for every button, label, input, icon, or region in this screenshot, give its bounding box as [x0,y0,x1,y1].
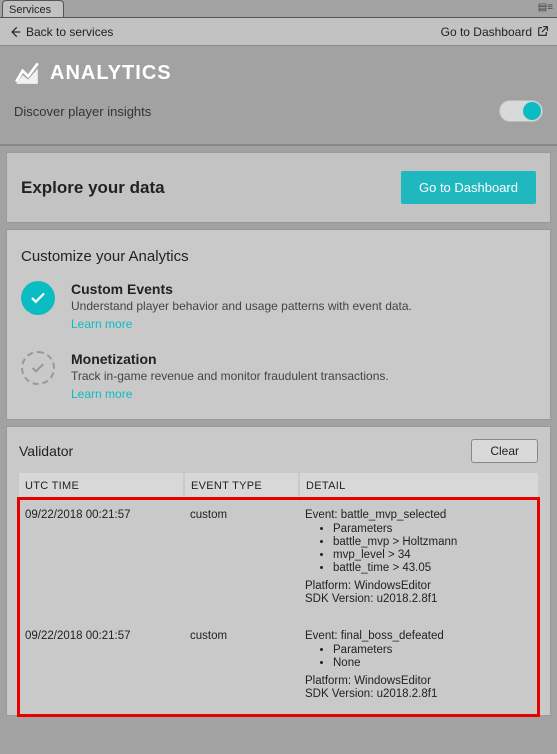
back-label: Back to services [26,25,113,39]
dashboard-link-label: Go to Dashboard [441,25,532,39]
sdk-line: SDK Version: u2018.2.8f1 [305,688,532,700]
window-tabbar: Services ▤≡ [0,0,557,18]
learn-more-link[interactable]: Learn more [71,317,132,331]
feature-enabled-badge [21,281,55,315]
platform-line: Platform: WindowsEditor [305,580,532,592]
param-list: ParametersNone [333,644,532,669]
learn-more-link[interactable]: Learn more [71,387,132,401]
feature-desc: Understand player behavior and usage pat… [71,299,536,313]
validator-table: UTC TIME EVENT TYPE DETAIL 09/22/2018 00… [19,473,538,715]
go-to-dashboard-button[interactable]: Go to Dashboard [401,171,536,204]
feature-name: Monetization [71,351,536,367]
platform-line: Platform: WindowsEditor [305,675,532,687]
list-item: None [333,657,532,669]
back-to-services-link[interactable]: Back to services [8,25,113,39]
page-title: ANALYTICS [50,62,172,85]
analytics-header: ANALYTICS Discover player insights [0,46,557,146]
validator-section: Validator Clear UTC TIME EVENT TYPE DETA… [6,426,551,716]
tab-services[interactable]: Services [2,0,64,17]
dock-menu-icon[interactable]: ▤≡ [538,2,553,13]
back-arrow-icon [8,25,22,39]
list-item: Parameters [333,644,532,656]
validator-title: Validator [19,443,73,459]
cell-time: 09/22/2018 00:21:57 [19,620,184,715]
check-icon [29,289,47,307]
toggle-knob [523,102,541,120]
table-row: 09/22/2018 00:21:57custom Event: battle_m… [19,499,538,620]
external-link-icon [536,25,549,38]
cell-type: custom [184,620,299,715]
feature-monetization: Monetization Track in-game revenue and m… [21,351,536,401]
table-row: 09/22/2018 00:21:57customEvent: final_bo… [19,620,538,715]
cell-type: custom [184,499,299,620]
go-to-dashboard-link[interactable]: Go to Dashboard [441,25,549,39]
col-header-time: UTC TIME [19,473,184,499]
page-subtitle: Discover player insights [14,104,151,119]
list-item: battle_mvp > Holtzmann [333,536,532,548]
validator-body: 09/22/2018 00:21:57custom Event: battle_m… [19,499,538,715]
customize-section: Customize your Analytics Custom Events U… [6,229,551,420]
cell-detail: Event: final_boss_defeated ParametersNone… [299,620,538,715]
feature-desc: Track in-game revenue and monitor fraudu… [71,369,536,383]
col-header-detail: DETAIL [299,473,538,499]
feature-custom-events: Custom Events Understand player behavior… [21,281,536,331]
cell-time: 09/22/2018 00:21:57 [19,499,184,620]
clear-button[interactable]: Clear [471,439,538,463]
breadcrumb: Back to services Go to Dashboard [0,18,557,46]
sdk-line: SDK Version: u2018.2.8f1 [305,593,532,605]
feature-name: Custom Events [71,281,536,297]
cell-detail: Event: battle_mvp_selectedParametersbatt… [299,499,538,620]
list-item: battle_time > 43.05 [333,562,532,574]
list-item: mvp_level > 34 [333,549,532,561]
list-item: Parameters [333,523,532,535]
tab-label: Services [9,4,51,16]
check-icon [30,360,46,376]
param-list: Parametersbattle_mvp > Holtzmannmvp_leve… [333,523,532,574]
col-header-type: EVENT TYPE [184,473,299,499]
customize-title: Customize your Analytics [21,248,536,265]
feature-disabled-badge [21,351,55,385]
event-line: Event: final_boss_defeated [305,630,532,642]
explore-title: Explore your data [21,178,165,198]
analytics-chart-icon [14,60,40,86]
analytics-enabled-toggle[interactable] [499,100,543,122]
explore-section: Explore your data Go to Dashboard [6,152,551,223]
event-line: Event: battle_mvp_selected [305,509,532,521]
